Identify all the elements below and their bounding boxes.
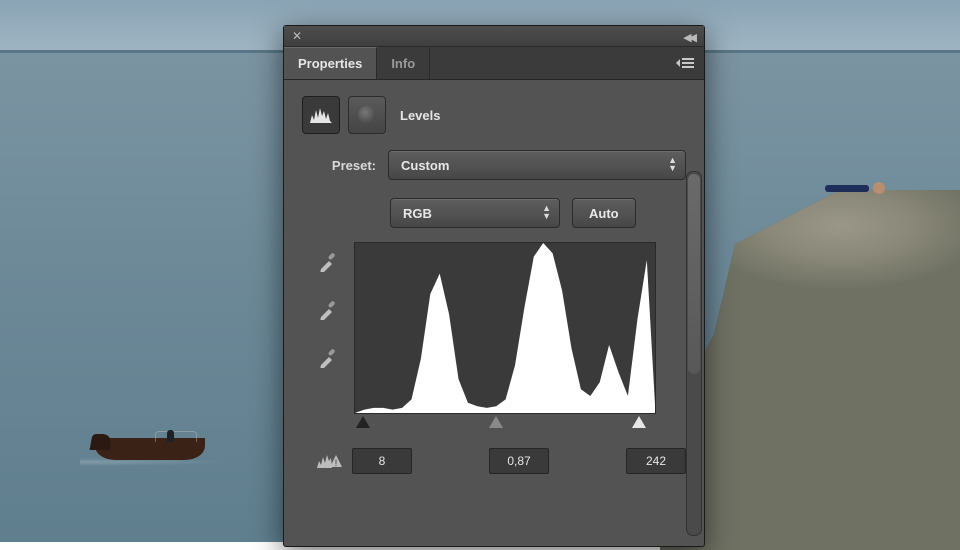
- black-point-input[interactable]: 8: [352, 448, 412, 474]
- panel-menu-icon[interactable]: [676, 56, 694, 73]
- white-point-input[interactable]: 242: [626, 448, 686, 474]
- channel-value: RGB: [403, 206, 432, 221]
- svg-text:!: !: [335, 458, 338, 468]
- layer-mask-icon[interactable]: [348, 96, 386, 134]
- input-sliders: [354, 414, 654, 432]
- person-on-rocks: [825, 182, 885, 194]
- boat: [95, 420, 205, 460]
- adjustment-icons: Levels: [302, 96, 686, 134]
- gamma-input[interactable]: 0,87: [489, 448, 549, 474]
- gray-point-eyedropper-icon[interactable]: [316, 296, 342, 322]
- channel-select[interactable]: RGB ▲▼: [390, 198, 560, 228]
- level-inputs: ! 8 0,87 242: [314, 448, 686, 474]
- gamma-slider[interactable]: [489, 416, 503, 428]
- adjustment-title: Levels: [400, 108, 440, 123]
- histogram: [354, 242, 656, 414]
- panel-scrollbar[interactable]: [686, 171, 702, 536]
- updown-icon: ▲▼: [668, 156, 677, 172]
- black-point-slider[interactable]: [356, 416, 370, 428]
- black-point-eyedropper-icon[interactable]: [316, 248, 342, 274]
- collapse-icon[interactable]: ◀◀: [683, 31, 694, 44]
- tab-properties[interactable]: Properties: [284, 47, 377, 79]
- white-point-slider[interactable]: [632, 416, 646, 428]
- scrollbar-thumb[interactable]: [688, 174, 700, 374]
- eyedropper-tools: [316, 242, 342, 432]
- clip-warning-icon[interactable]: !: [314, 451, 344, 471]
- panel-titlebar[interactable]: ✕ ◀◀: [284, 26, 704, 47]
- properties-panel: ✕ ◀◀ Properties Info Levels Preset: Cust…: [283, 25, 705, 547]
- preset-row: Preset: Custom ▲▼: [302, 150, 686, 180]
- auto-button[interactable]: Auto: [572, 198, 636, 228]
- close-icon[interactable]: ✕: [292, 29, 302, 43]
- white-point-eyedropper-icon[interactable]: [316, 344, 342, 370]
- panel-tabs: Properties Info: [284, 47, 704, 80]
- tab-info[interactable]: Info: [377, 47, 430, 79]
- updown-icon: ▲▼: [542, 204, 551, 220]
- preset-value: Custom: [401, 158, 449, 173]
- preset-select[interactable]: Custom ▲▼: [388, 150, 686, 180]
- preset-label: Preset:: [302, 158, 376, 173]
- levels-adjustment-icon[interactable]: [302, 96, 340, 134]
